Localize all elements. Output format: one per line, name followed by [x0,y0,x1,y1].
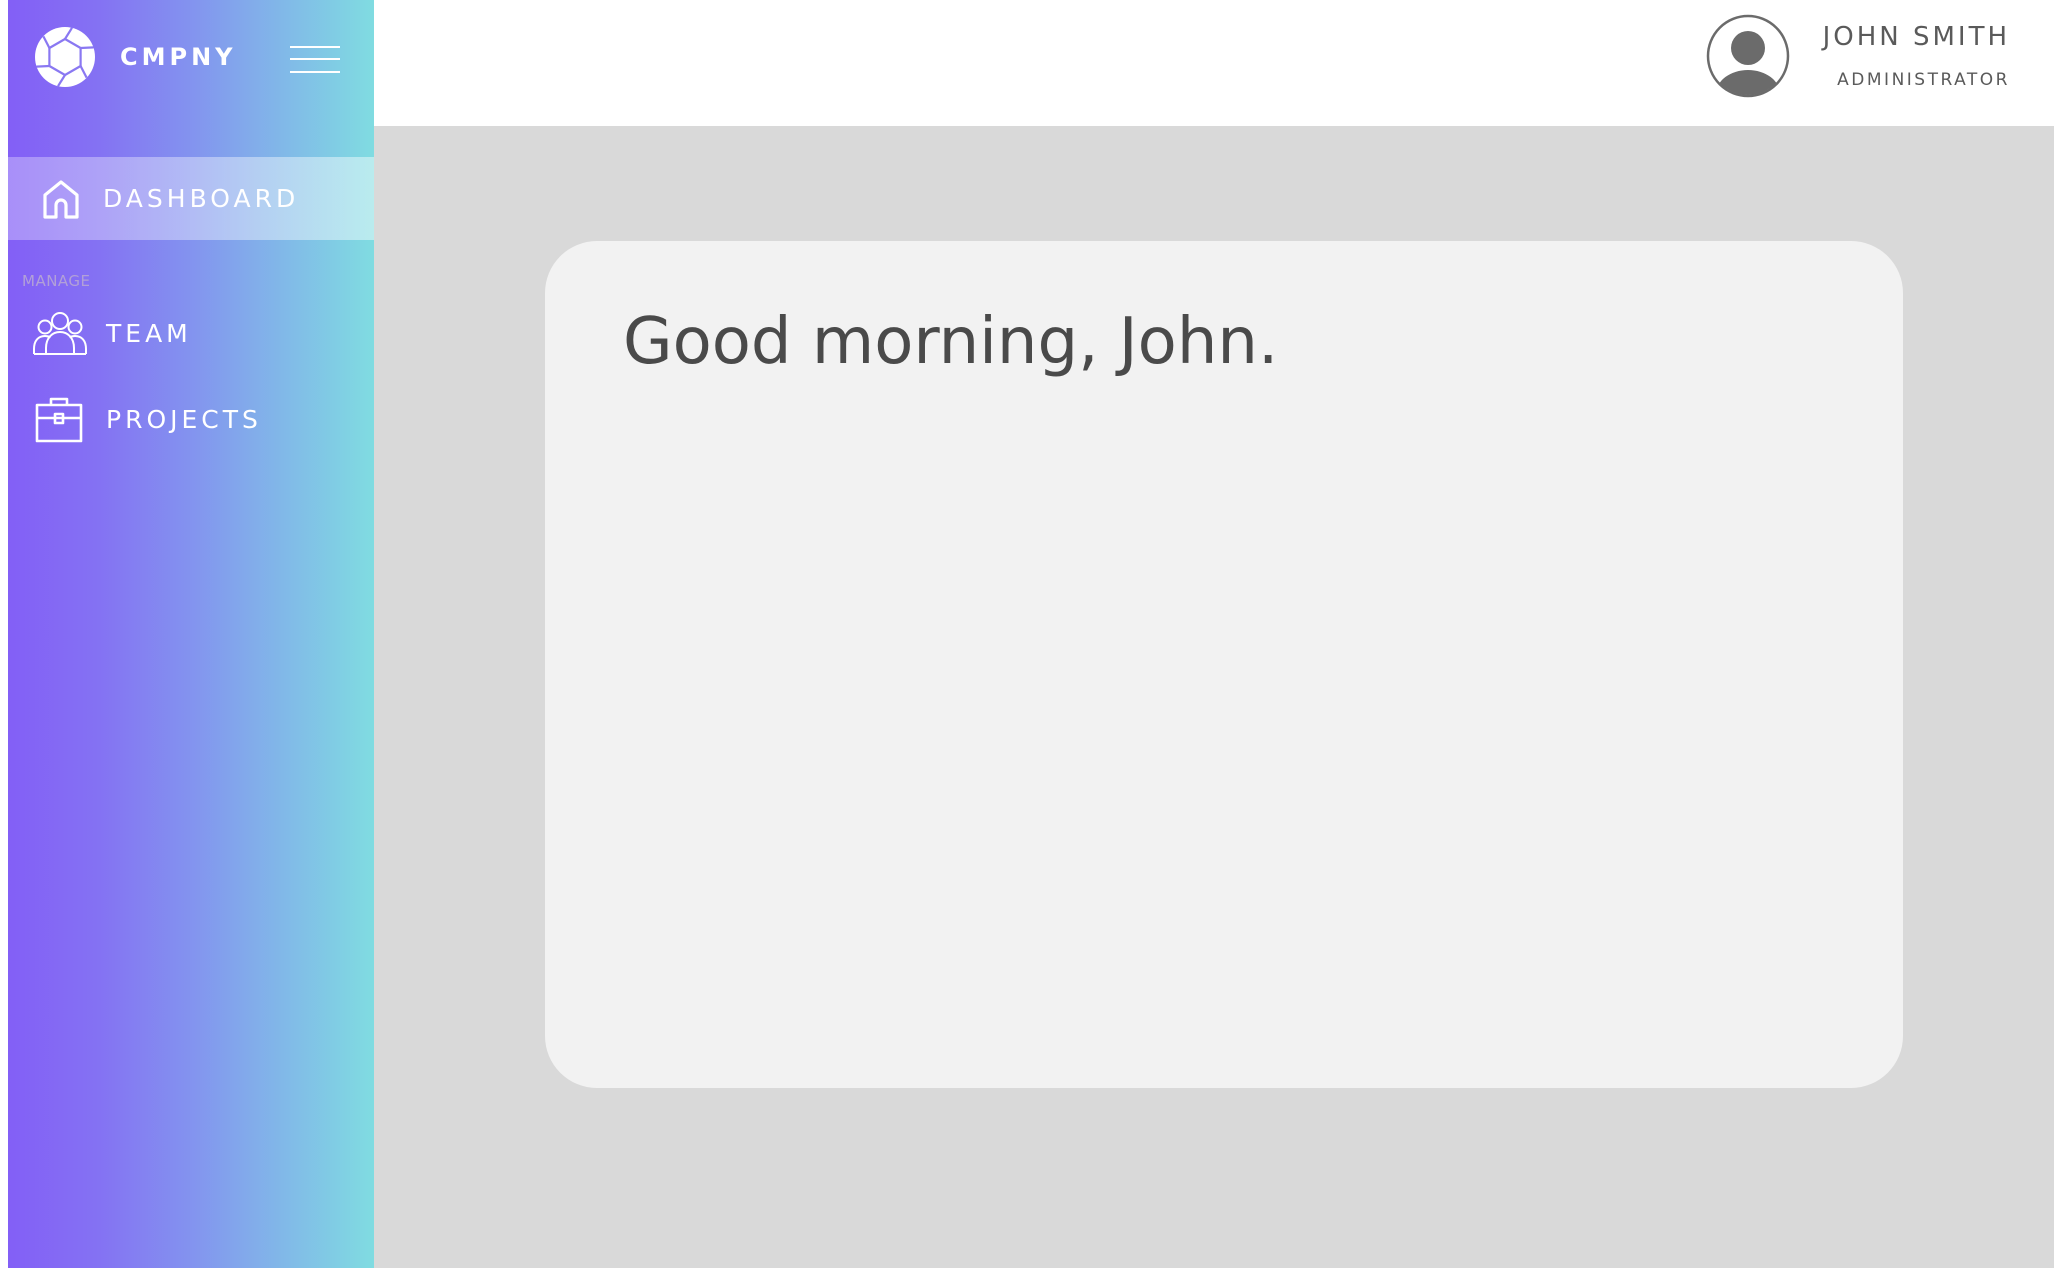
welcome-card: Good morning, John. [545,241,1903,1088]
sidebar-section-label: MANAGE [22,272,91,290]
sidebar-item-label: PROJECTS [106,404,262,434]
aperture-logo-icon [35,27,95,87]
brand-name: CMPNY [120,43,237,71]
user-avatar-icon[interactable] [1706,14,1790,98]
top-bar [374,0,2054,126]
greeting-heading: Good morning, John. [623,305,1279,379]
app-window: CMPNY DASHBOARD MANAGE TEAM PROJECTS JOH… [0,0,2060,1268]
sidebar-item-team[interactable]: TEAM [8,305,192,361]
sidebar: CMPNY DASHBOARD MANAGE TEAM PROJECTS [8,0,386,1268]
home-icon [43,179,79,219]
window-edge [2054,0,2060,1268]
briefcase-icon [35,397,83,443]
sidebar-item-dashboard[interactable]: DASHBOARD [8,157,386,240]
user-role: ADMINISTRATOR [1837,70,2010,90]
brand[interactable]: CMPNY [34,26,237,88]
hamburger-menu-icon[interactable] [290,44,340,76]
menu-line [290,46,340,48]
team-icon [33,312,87,355]
user-name: JOHN SMITH [1822,22,2010,52]
menu-line [290,58,340,60]
sidebar-item-label: TEAM [106,318,192,348]
sidebar-item-label: DASHBOARD [103,184,300,213]
sidebar-item-projects[interactable]: PROJECTS [8,391,262,447]
menu-line [290,71,340,73]
sidebar-edge [0,0,8,1268]
